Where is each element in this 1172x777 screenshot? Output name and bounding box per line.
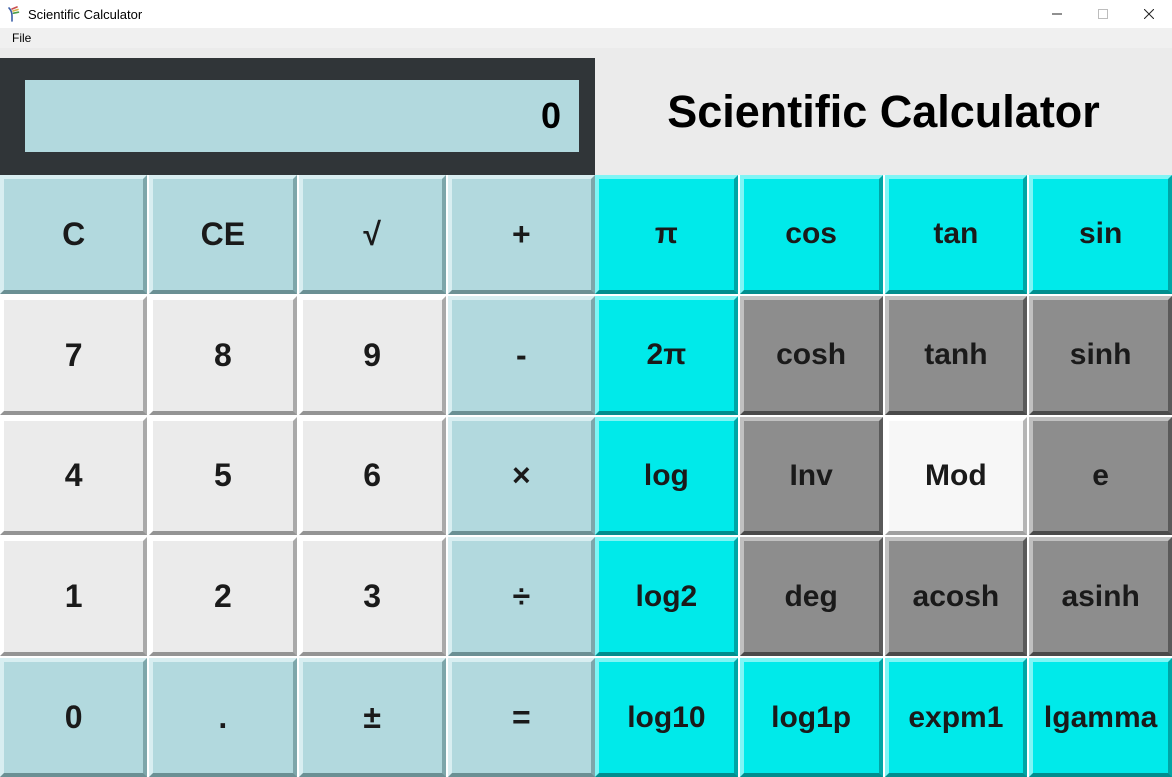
digit-1-button[interactable]: 1	[0, 537, 147, 656]
minus-button[interactable]: -	[448, 296, 595, 415]
display-area: 0	[0, 48, 595, 175]
title-bar: Scientific Calculator	[0, 0, 1172, 28]
scientific-keypad: πcostansin 2πcoshtanhsinh logInvMode log2de…	[595, 175, 1172, 777]
window-controls	[1034, 0, 1172, 28]
app-icon	[6, 6, 22, 22]
maximize-button[interactable]	[1080, 0, 1126, 28]
digit-6-button[interactable]: 6	[299, 417, 446, 536]
plus-button[interactable]: +	[448, 175, 595, 294]
cos-button[interactable]: cos	[740, 175, 883, 294]
digit-2-button[interactable]: 2	[149, 537, 296, 656]
window-title: Scientific Calculator	[28, 7, 142, 22]
digit-4-button[interactable]: 4	[0, 417, 147, 536]
digit-9-button[interactable]: 9	[299, 296, 446, 415]
digit-0-button[interactable]: 0	[0, 658, 147, 777]
decimal-button[interactable]: .	[149, 658, 296, 777]
asinh-button[interactable]: asinh	[1029, 537, 1172, 656]
digit-5-button[interactable]: 5	[149, 417, 296, 536]
plus-minus-button[interactable]: ±	[299, 658, 446, 777]
title-bar-left: Scientific Calculator	[6, 6, 142, 22]
cosh-button[interactable]: cosh	[740, 296, 883, 415]
lgamma-button[interactable]: lgamma	[1029, 658, 1172, 777]
sin-button[interactable]: sin	[1029, 175, 1172, 294]
menu-bar: File	[0, 28, 1172, 48]
digit-7-button[interactable]: 7	[0, 296, 147, 415]
log1p-button[interactable]: log1p	[740, 658, 883, 777]
log10-button[interactable]: log10	[595, 658, 738, 777]
tanh-button[interactable]: tanh	[885, 296, 1028, 415]
heading-label: Scientific Calculator	[667, 86, 1100, 138]
sqrt-button[interactable]: √	[299, 175, 446, 294]
digit-8-button[interactable]: 8	[149, 296, 296, 415]
clear-button[interactable]: C	[0, 175, 147, 294]
numeric-keypad: CCE√+789- 456× 123÷ 0.±=	[0, 175, 595, 777]
digit-3-button[interactable]: 3	[299, 537, 446, 656]
sinh-button[interactable]: sinh	[1029, 296, 1172, 415]
inv-button[interactable]: Inv	[740, 417, 883, 536]
close-button[interactable]	[1126, 0, 1172, 28]
clear-entry-button[interactable]: CE	[149, 175, 296, 294]
file-menu[interactable]: File	[6, 29, 37, 47]
equals-button[interactable]: =	[448, 658, 595, 777]
right-panel: Scientific Calculator πcostansin 2πcoshta…	[595, 48, 1172, 777]
divide-button[interactable]: ÷	[448, 537, 595, 656]
mod-button[interactable]: Mod	[885, 417, 1028, 536]
log-button[interactable]: log	[595, 417, 738, 536]
calculator-body: 0 CCE√+789- 456× 123÷ 0.±= Scientific Calcu…	[0, 48, 1172, 777]
multiply-button[interactable]: ×	[448, 417, 595, 536]
tan-button[interactable]: tan	[885, 175, 1028, 294]
e-button[interactable]: e	[1029, 417, 1172, 536]
minimize-button[interactable]	[1034, 0, 1080, 28]
log2-button[interactable]: log2	[595, 537, 738, 656]
acosh-button[interactable]: acosh	[885, 537, 1028, 656]
heading-area: Scientific Calculator	[595, 48, 1172, 175]
two-pi-button[interactable]: 2π	[595, 296, 738, 415]
display-screen: 0	[25, 80, 579, 152]
left-panel: 0 CCE√+789- 456× 123÷ 0.±=	[0, 48, 595, 777]
pi-button[interactable]: π	[595, 175, 738, 294]
deg-button[interactable]: deg	[740, 537, 883, 656]
expm1-button[interactable]: expm1	[885, 658, 1028, 777]
